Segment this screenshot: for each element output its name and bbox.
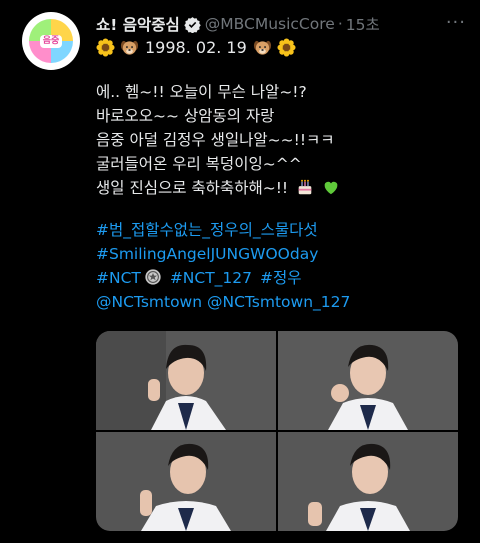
handle[interactable]: @MBCMusicCore: [205, 15, 335, 33]
birth-date: 1998. 02. 19: [145, 38, 247, 57]
display-name[interactable]: 쇼! 음악중심: [96, 13, 180, 35]
tweet-line: 굴러들어온 우리 복덩이잉~^^: [96, 155, 302, 173]
hashtag-link[interactable]: #SmilingAngelJUNGWOOday: [96, 242, 466, 266]
photo-thumbnail[interactable]: [96, 331, 276, 430]
nct-emblem-icon: [144, 268, 162, 286]
sunflower-icon: [96, 38, 115, 57]
hashtag-link[interactable]: #범_접할수없는_정우의_스물다섯: [96, 218, 466, 242]
more-icon[interactable]: ···: [446, 12, 466, 33]
avatar[interactable]: 음중: [22, 12, 80, 70]
sunflower-icon: [277, 38, 296, 57]
tweet-line: 음중 아덜 김정우 생일나알~~!!ㅋㅋ: [96, 131, 335, 149]
cake-icon: [296, 178, 314, 196]
photo-thumbnail[interactable]: [278, 331, 458, 430]
puppy-icon: [120, 38, 139, 57]
tweet-header: 쇼! 음악중심 @MBCMusicCore · 15초 ···: [96, 12, 466, 36]
tweet-text: 에.. 헴~!! 오늘이 무슨 나알~!? 바로오오~~ 상암동의 자랑 음중 …: [96, 80, 466, 314]
hashtag-row: #NCT #NCT_127 #정우: [96, 266, 466, 290]
photo-grid: [96, 331, 458, 531]
green-heart-icon: [322, 178, 340, 196]
tweet-line: 생일 진심으로 축하축하해~!!: [96, 179, 289, 197]
tweet-line: 바로오오~~ 상암동의 자랑: [96, 107, 275, 125]
timestamp[interactable]: 15초: [346, 13, 380, 35]
separator-dot: ·: [337, 15, 343, 33]
mention-links[interactable]: @NCTsmtown @NCTsmtown_127: [96, 290, 466, 314]
hashtag-link[interactable]: #NCT_127: [170, 269, 252, 287]
birthday-date-line: 1998. 02. 19: [96, 38, 301, 57]
tweet-line: 에.. 헴~!! 오늘이 무슨 나알~!?: [96, 83, 307, 101]
avatar-logo: 음중: [29, 19, 73, 63]
photo-thumbnail[interactable]: [96, 432, 276, 531]
avatar-logo-text: 음중: [39, 34, 63, 48]
hashtag-link[interactable]: #정우: [260, 269, 302, 287]
hashtag-link[interactable]: #NCT: [96, 269, 141, 287]
verified-badge-icon: [184, 16, 201, 33]
tweet-line-with-emoji: 생일 진심으로 축하축하해~!!: [96, 176, 466, 200]
puppy-icon: [253, 38, 272, 57]
photo-thumbnail[interactable]: [278, 432, 458, 531]
